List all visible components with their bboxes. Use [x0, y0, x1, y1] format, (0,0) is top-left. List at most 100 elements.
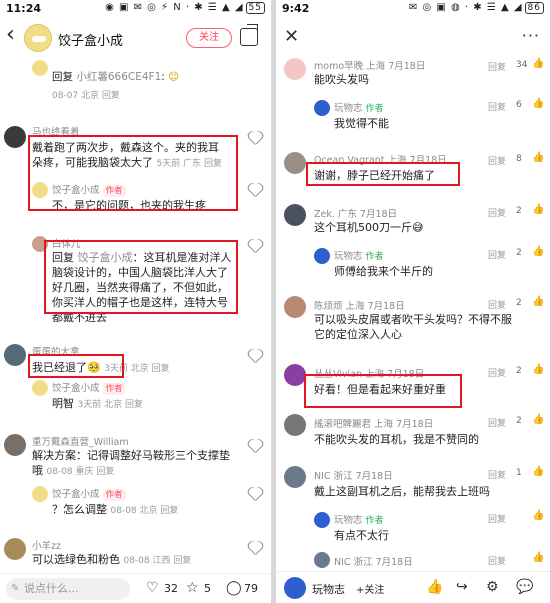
like-count: 1 — [516, 468, 522, 478]
reply-button[interactable]: 回复 — [488, 366, 506, 379]
comments-header: ✕ ··· — [276, 18, 550, 56]
thumb-up-icon[interactable]: 👍 — [532, 552, 544, 563]
thumb-up-icon[interactable]: 👍 — [532, 414, 544, 425]
follow-button[interactable]: 关注 — [186, 28, 232, 48]
reply-text: 我觉得不能 — [334, 117, 389, 130]
like-icon[interactable] — [249, 132, 263, 145]
thumb-up-icon[interactable]: 👍 — [532, 296, 544, 307]
reply-author[interactable]: 玩物志 — [334, 103, 363, 114]
reply-button[interactable]: 回复 — [488, 154, 506, 167]
highlight-box — [306, 162, 460, 186]
reply-author[interactable]: 玩物志 — [334, 251, 363, 262]
like-count: 8 — [516, 154, 522, 164]
like-icon[interactable] — [249, 350, 263, 363]
comment-input[interactable]: 说点什么... — [6, 578, 130, 600]
author-name[interactable]: 饺子盒小成 — [58, 30, 123, 49]
comment-item: 玩物志 作者 我觉得不能 回复 6 👍 — [276, 96, 550, 130]
like-count: 2 — [516, 416, 522, 426]
like-icon[interactable] — [249, 488, 263, 501]
reply-button[interactable]: 回复 — [488, 100, 506, 113]
reply-button[interactable]: 回复 — [488, 60, 506, 73]
share-icon[interactable] — [240, 24, 258, 46]
thumb-up-icon[interactable]: 👍 — [532, 510, 544, 521]
like-icon[interactable] — [249, 184, 263, 197]
thumb-up-icon[interactable]: 👍 — [532, 58, 544, 69]
avatar — [32, 380, 48, 396]
like-icon[interactable]: ♡ — [146, 580, 159, 596]
comment-icon[interactable]: ◯ — [226, 580, 242, 596]
avatar[interactable] — [4, 126, 26, 148]
like-icon[interactable] — [249, 440, 263, 453]
emoji-icon: 😊 — [168, 71, 180, 83]
status-time: 9:42 — [282, 2, 310, 15]
avatar[interactable] — [284, 364, 306, 386]
comment-author[interactable]: 小羊zz — [32, 538, 61, 552]
star-icon[interactable]: ☆ — [186, 580, 199, 596]
author-avatar[interactable] — [24, 24, 52, 52]
like-count: 2 — [516, 298, 522, 308]
like-count: 32 — [164, 582, 178, 595]
highlight-box — [28, 135, 238, 211]
comment-author[interactable]: 搖滚吧髀麗君 — [314, 419, 371, 430]
thumb-up-icon[interactable]: 👍 — [532, 98, 544, 109]
comment-item: 小羊zz 可以选绿色和粉色 08-08 江西 回复 — [0, 534, 271, 572]
comment-author[interactable]: NIC — [314, 471, 331, 482]
avatar[interactable] — [284, 204, 306, 226]
like-icon[interactable] — [249, 240, 263, 253]
comment-item: momo早晚 上海 7月18日 能吹头发吗 回复 34 👍 — [276, 58, 550, 88]
comment-author[interactable]: 重万戴森直营_William — [32, 434, 129, 448]
comment-author[interactable]: 陈烦烦 — [314, 301, 343, 312]
comment-author[interactable]: Zek. — [314, 209, 335, 220]
thumb-up-icon[interactable]: 👍 — [532, 364, 544, 375]
reply-author[interactable]: NIC — [334, 557, 351, 568]
reply-text: 师傅给我来个半斤的 — [334, 265, 433, 278]
reply-text: ？怎么调整 — [52, 503, 107, 516]
reply-button[interactable]: 回复 — [488, 512, 506, 525]
author-name[interactable]: 玩物志 — [312, 581, 345, 597]
comment-text: 可以吸头皮屑或者吹干头发吗？不得不服它的定位深入人心 — [314, 313, 512, 341]
avatar[interactable] — [284, 466, 306, 488]
reply-button[interactable]: 回复 — [488, 206, 506, 219]
settings-icon[interactable]: ⚙ — [486, 579, 499, 595]
star-count: 5 — [204, 582, 211, 595]
comment-icon[interactable]: 💬 — [516, 579, 533, 595]
reply-button[interactable]: 回复 — [488, 248, 506, 261]
thumb-up-icon[interactable]: 👍 — [532, 204, 544, 215]
follow-button[interactable]: +关注 — [356, 581, 384, 596]
back-arrow-icon[interactable]: ‹ — [6, 24, 15, 46]
comment-author[interactable]: momo早晚 — [314, 61, 363, 72]
avatar[interactable] — [4, 434, 26, 456]
author-badge: 作者 — [102, 383, 126, 395]
comment-item: NIC 浙江 7月18日 回复 👍 — [314, 552, 550, 568]
highlight-box — [44, 240, 238, 314]
reply-button[interactable]: 回复 — [488, 416, 506, 429]
reply-author[interactable]: 玩物志 — [334, 515, 363, 526]
avatar[interactable] — [284, 296, 306, 318]
reply-button[interactable]: 回复 — [488, 298, 506, 311]
thumb-up-icon[interactable]: 👍 — [532, 466, 544, 477]
reply-button[interactable]: 回复 — [488, 468, 506, 481]
reply-button[interactable]: 回复 — [488, 554, 506, 567]
more-icon[interactable]: ··· — [522, 26, 540, 45]
thumb-up-icon[interactable]: 👍 — [532, 246, 544, 257]
comment-item: 回复 小红薯666CE4F1: 😊 08-07 北京 回复 — [0, 58, 271, 106]
avatar[interactable] — [284, 58, 306, 80]
bottom-action-bar: 说点什么... ♡ 32 ☆ 5 ◯ 79 — [0, 573, 271, 603]
author-badge: 作者 — [365, 252, 384, 262]
avatar[interactable] — [284, 152, 306, 174]
avatar[interactable] — [4, 538, 26, 560]
left-screenshot: 11:24 ◉ ▣ ✉ ◎ ⚡ N · ✱ ☰ ▲ ◢ 55 ‹ 饺子盒小成 关注… — [0, 0, 271, 603]
share-icon[interactable]: ↪ — [456, 579, 468, 595]
thumb-up-icon[interactable]: 👍 — [532, 152, 544, 163]
avatar[interactable] — [284, 577, 306, 599]
reply-target[interactable]: 小红薯666CE4F1 — [76, 71, 161, 83]
avatar — [314, 512, 330, 528]
avatar[interactable] — [284, 414, 306, 436]
comment-item: 陈烦烦 上海 7月18日 可以吸头皮屑或者吹干头发吗？不得不服它的定位深入人心 … — [276, 296, 550, 346]
reply-author[interactable]: 饺子盒小成 — [52, 383, 100, 394]
like-icon[interactable]: 👍 — [426, 579, 443, 595]
like-icon[interactable] — [249, 542, 263, 555]
avatar[interactable] — [4, 344, 26, 366]
close-icon[interactable]: ✕ — [284, 26, 299, 47]
reply-author[interactable]: 饺子盒小成 — [52, 489, 100, 500]
